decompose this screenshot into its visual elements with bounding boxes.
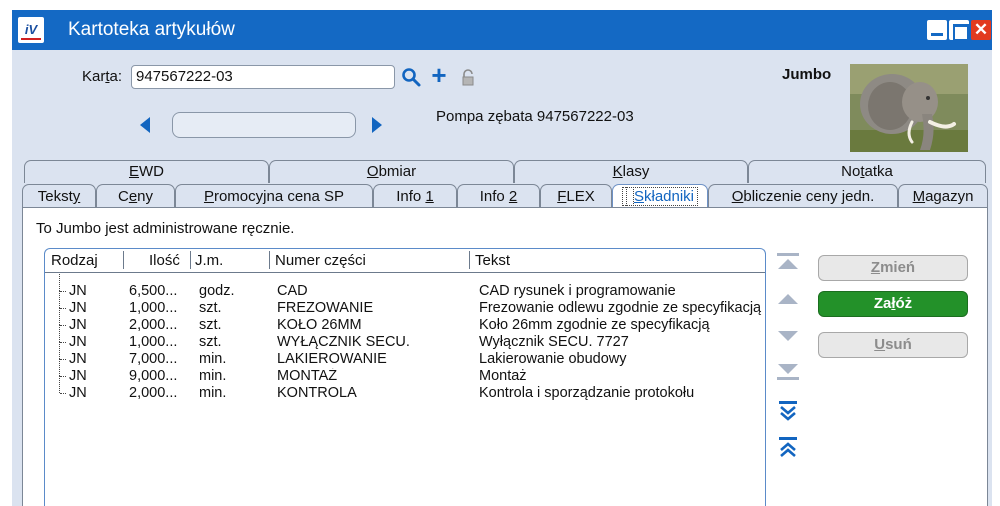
tab-ceny[interactable]: Ceny [96,184,175,208]
add-icon[interactable]: + [427,62,451,88]
tab-info-1[interactable]: Info 1 [373,184,457,208]
move-down-icon[interactable] [775,328,801,348]
tab-info-2[interactable]: Info 2 [457,184,540,208]
delete-button[interactable]: Usuń [818,332,968,358]
components-list[interactable]: Rodzaj Ilość J.m. Numer części Tekst JN 6… [44,248,766,506]
tab-obmiar[interactable]: Obmiar [269,160,514,183]
window-title: Kartoteka artykułów [68,19,235,40]
tab-magazyn[interactable]: Magazyn [898,184,988,208]
column-header-jm[interactable]: J.m. [195,252,223,269]
tab-row-front: Teksty Ceny Promocyjna cena SP Info 1 In… [22,184,988,208]
photo-label: Jumbo [782,66,832,83]
tab-obliczenie-ceny[interactable]: Obliczenie ceny jedn. [708,184,898,208]
lock-icon[interactable] [458,67,478,89]
tab-promocyjna-cena[interactable]: Promocyjna cena SP [175,184,373,208]
table-row[interactable]: JN 1,000... szt. WYŁĄCZNIK SECU. Wyłącznik S… [45,325,765,351]
column-header-ilosc[interactable]: Ilość [149,252,180,269]
next-record-icon[interactable] [372,117,382,133]
app-logo-icon: iV [18,17,44,43]
column-header-numer[interactable]: Numer części [275,252,366,269]
tab-teksty[interactable]: Teksty [22,184,96,208]
item-description: Pompa zębata 947567222-03 [436,108,634,125]
title-bar[interactable]: iV Kartoteka artykułów ✕ [12,10,992,50]
tab-flex[interactable]: FLEX [540,184,612,208]
record-navigator[interactable] [172,112,356,138]
minimize-icon[interactable] [927,20,947,40]
window-body: Karta: 947567222-03 + Pompa zębata 94756… [12,50,992,506]
previous-record-icon[interactable] [140,117,150,133]
tab-klasy[interactable]: Klasy [514,160,748,183]
table-row[interactable]: JN 9,000... min. MONTAŻ Montaż [45,359,765,385]
move-bottom-icon[interactable] [775,362,801,386]
tab-notatka[interactable]: Notatka [748,160,986,183]
list-header: Rodzaj Ilość J.m. Numer części Tekst [45,249,765,273]
app-window: iV Kartoteka artykułów ✕ Karta: 94756722… [0,0,1000,506]
table-row[interactable]: JN 1,000... szt. FREZOWANIE Frezowanie odlew… [45,291,765,317]
elephant-photo [850,64,968,152]
create-button[interactable]: Załóż [818,291,968,317]
tab-ewd[interactable]: EWD [24,160,269,183]
search-icon[interactable] [400,65,424,89]
move-up-icon[interactable] [775,290,801,310]
table-row[interactable]: JN 2,000... szt. KOŁO 26MM Koło 26mm zgodnie… [45,308,765,334]
karta-label: Karta: [82,68,123,85]
panel-note: To Jumbo jest administrowane ręcznie. [36,220,295,237]
move-top-icon[interactable] [775,252,801,276]
table-row[interactable]: JN 7,000... min. LAKIEROWANIE Lakierowanie o… [45,342,765,368]
expand-all-icon[interactable] [775,400,801,428]
karta-input[interactable]: 947567222-03 [131,65,395,89]
column-header-tekst[interactable]: Tekst [475,252,510,269]
table-row[interactable]: JN 6,500... godz. CAD CAD rysunek i programo… [45,274,765,300]
tab-row-back: EWD Obmiar Klasy Notatka [24,160,986,183]
tab-skladniki[interactable]: Składniki [612,184,708,208]
maximize-icon[interactable] [949,20,969,41]
table-row[interactable]: JN 2,000... min. KONTROLA Kontrola i sporząd… [45,376,765,402]
change-button[interactable]: Zmień [818,255,968,281]
column-header-rodzaj[interactable]: Rodzaj [51,252,98,269]
collapse-all-icon[interactable] [775,436,801,464]
close-icon[interactable]: ✕ [971,20,991,40]
